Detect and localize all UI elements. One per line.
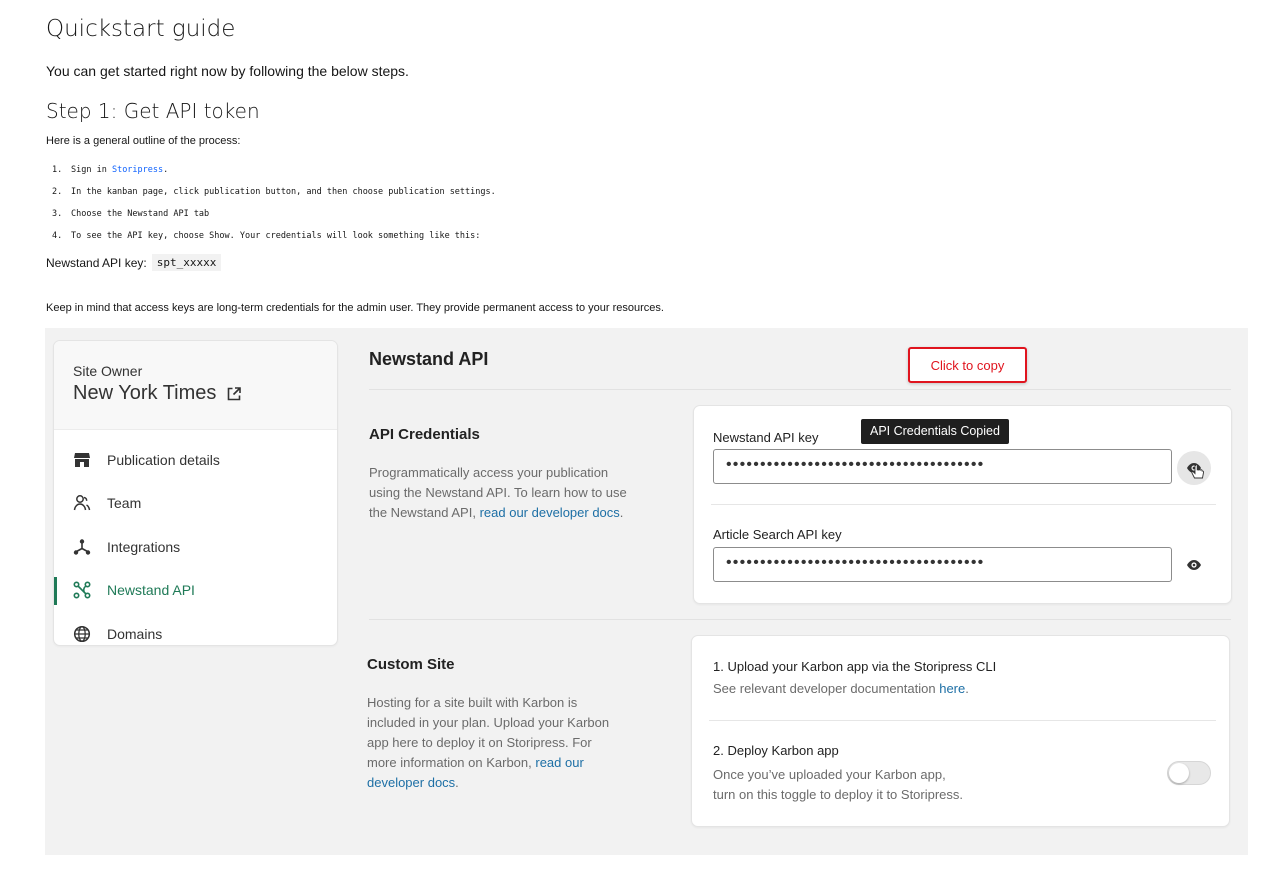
article-search-api-key-label: Article Search API key — [713, 527, 842, 542]
page-title: Quickstart guide — [46, 16, 236, 42]
deploy-toggle[interactable] — [1167, 761, 1211, 785]
storipress-link[interactable]: Storipress — [112, 162, 163, 184]
site-owner-panel: Site Owner New York Times — [54, 341, 337, 430]
external-link-icon[interactable] — [226, 386, 242, 402]
list-item: 1. Sign in Storipress . — [46, 162, 496, 184]
show-article-key-button[interactable] — [1177, 548, 1211, 582]
newstand-api-panel: Newstand API Click to copy API Credentia… — [367, 328, 1233, 855]
settings-sidebar: Site Owner New York Times Publication de… — [53, 340, 338, 646]
show-newstand-key-button[interactable] — [1177, 451, 1211, 485]
sidebar-item-label: Domains — [107, 625, 163, 642]
steps-list: 1. Sign in Storipress . 2. In the kanban… — [46, 162, 496, 250]
sidebar-item-domains[interactable]: Domains — [54, 612, 337, 645]
sidebar-item-label: Integrations — [107, 538, 181, 555]
site-owner-name[interactable]: New York Times — [73, 382, 318, 405]
key-example-code: spt_xxxxx — [151, 254, 222, 271]
outline-text: Here is a general outline of the process… — [46, 135, 241, 147]
hand-cursor-icon — [1191, 464, 1204, 479]
divider — [709, 720, 1216, 721]
settings-screenshot: Site Owner New York Times Publication de… — [45, 328, 1248, 855]
newstand-api-key-label: Newstand API key — [713, 430, 819, 445]
key-example-line: Newstand API key: spt_xxxxx — [46, 254, 222, 271]
integrations-icon — [73, 538, 91, 556]
custom-site-card: 1. Upload your Karbon app via the Storip… — [691, 635, 1230, 827]
credentials-note: Keep in mind that access keys are long-t… — [46, 302, 664, 314]
intro-text: You can get started right now by followi… — [46, 63, 409, 79]
site-owner-label: Site Owner — [73, 363, 143, 379]
developer-docs-link[interactable]: read our developer docs — [480, 505, 620, 520]
deploy-step-title: 2. Deploy Karbon app — [713, 743, 839, 758]
panel-title: Newstand API — [369, 349, 489, 369]
team-icon — [73, 494, 91, 512]
divider — [369, 619, 1231, 620]
upload-step-title: 1. Upload your Karbon app via the Storip… — [713, 659, 997, 674]
eye-icon — [1187, 560, 1201, 570]
storefront-icon — [73, 451, 91, 469]
sidebar-item-label: Team — [107, 495, 142, 512]
settings-nav: Publication details Team Integrations Ne… — [54, 430, 337, 645]
globe-icon — [73, 625, 91, 643]
sidebar-item-integrations[interactable]: Integrations — [54, 525, 337, 569]
api-credentials-description: Programmatically access your publication… — [369, 465, 627, 520]
list-item: 3. Choose the Newstand API tab — [52, 209, 210, 219]
toggle-knob — [1169, 763, 1189, 783]
sidebar-item-label: Publication details — [107, 451, 220, 468]
newstand-api-key-field[interactable]: •••••••••••••••••••••••••••••••••••••• — [713, 449, 1172, 484]
sidebar-item-publication-details[interactable]: Publication details — [54, 438, 337, 482]
list-item: 4. To see the API key, choose Show. Your… — [52, 231, 481, 241]
api-credentials-card: Newstand API key API Credentials Copied … — [693, 405, 1232, 604]
step-heading: Step 1: Get API token — [46, 99, 260, 123]
deploy-step-description: Once you’ve uploaded your Karbon app, tu… — [713, 767, 964, 802]
article-search-api-key-field[interactable]: •••••••••••••••••••••••••••••••••••••• — [713, 547, 1172, 582]
api-icon — [73, 581, 91, 599]
here-link[interactable]: here — [939, 681, 965, 696]
sidebar-item-newstand-api[interactable]: Newstand API — [54, 569, 337, 613]
custom-site-description: Hosting for a site built with Karbon is … — [367, 695, 610, 790]
sidebar-item-label: Newstand API — [107, 582, 195, 599]
divider — [711, 504, 1216, 505]
copied-tooltip: API Credentials Copied — [861, 419, 1009, 444]
list-item: 2. In the kanban page, click publication… — [52, 187, 496, 197]
sidebar-item-team[interactable]: Team — [54, 482, 337, 526]
click-to-copy-callout: Click to copy — [908, 347, 1027, 383]
api-credentials-title: API Credentials — [369, 426, 480, 443]
custom-site-title: Custom Site — [367, 656, 455, 673]
divider — [369, 389, 1231, 390]
upload-step-description: See relevant developer documentation her… — [713, 681, 969, 696]
